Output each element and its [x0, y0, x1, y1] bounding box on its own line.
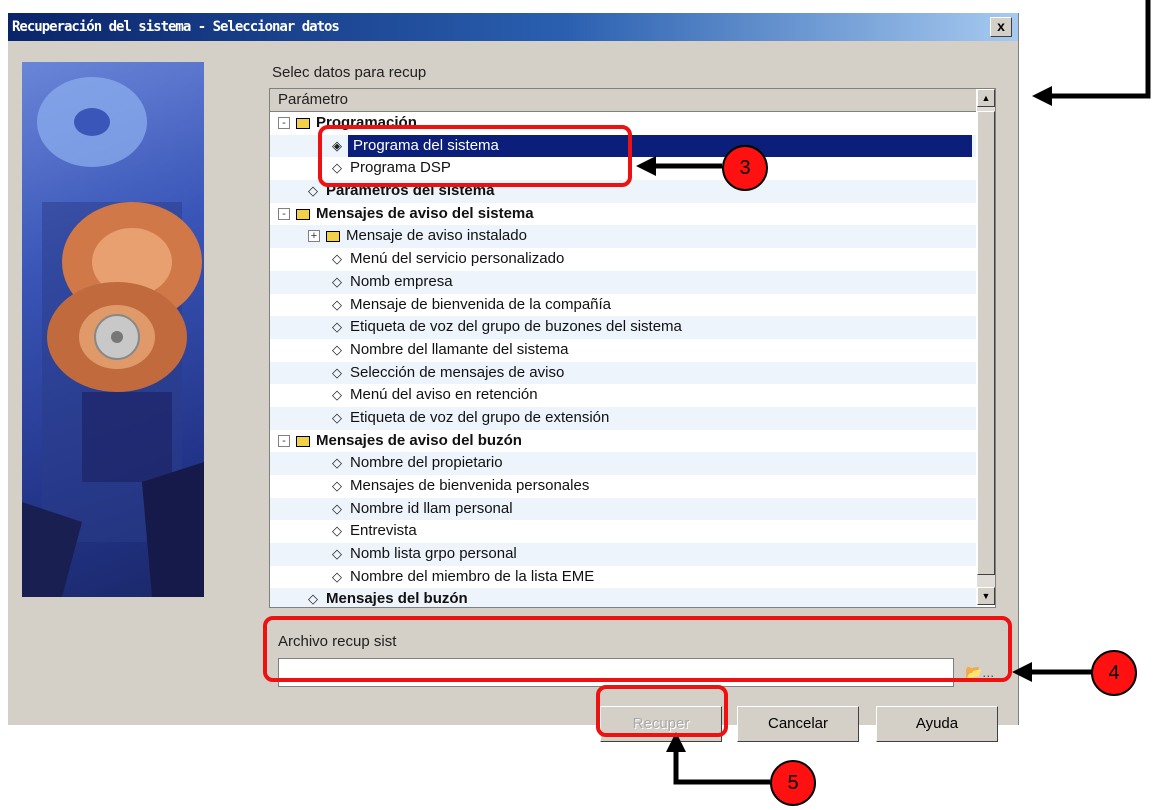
callout-3-badge: 3 — [722, 145, 768, 191]
arrow-top-right — [1032, 0, 1151, 106]
annotation-arrows — [636, 0, 1151, 785]
highlight-program-options — [318, 125, 632, 187]
arrow-five — [666, 732, 770, 785]
callout-4-badge: 4 — [1091, 650, 1137, 696]
highlight-recover-button — [596, 685, 728, 737]
highlight-file-field — [263, 616, 1012, 682]
callout-5-badge: 5 — [770, 760, 816, 806]
